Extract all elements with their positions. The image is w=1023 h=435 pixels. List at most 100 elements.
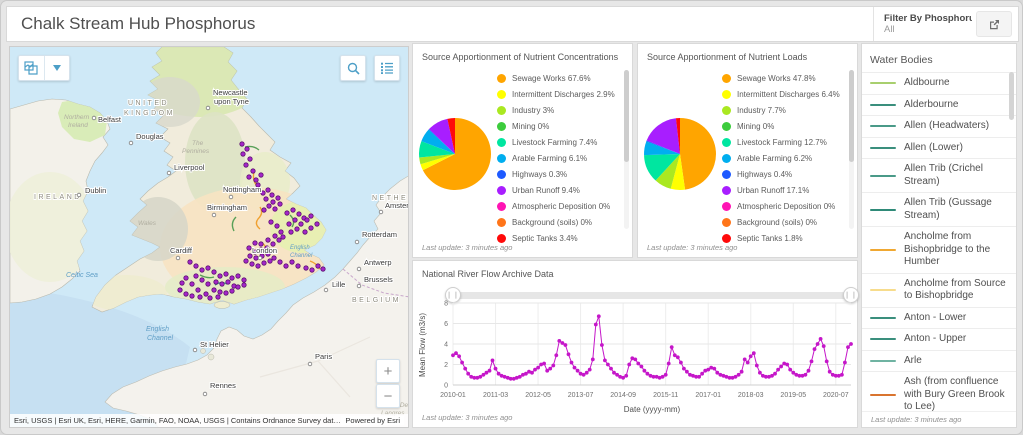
water-body-item[interactable]: Anton - Lower — [862, 307, 1016, 329]
flow-point[interactable] — [548, 367, 552, 371]
map-marker[interactable] — [200, 268, 204, 272]
flow-point[interactable] — [460, 361, 464, 365]
map-marker[interactable] — [204, 292, 208, 296]
map-marker[interactable] — [259, 173, 263, 177]
map-marker[interactable] — [253, 241, 257, 245]
map-marker[interactable] — [290, 260, 294, 264]
water-body-item[interactable]: Arle — [862, 350, 1016, 372]
map-marker[interactable] — [303, 230, 307, 234]
basemap-gallery-button[interactable] — [18, 55, 70, 81]
flow-point[interactable] — [779, 365, 783, 369]
map-marker[interactable] — [184, 276, 188, 280]
map-marker[interactable] — [212, 288, 216, 292]
map-marker[interactable] — [273, 234, 277, 238]
map-marker[interactable] — [208, 296, 212, 300]
flow-point[interactable] — [840, 373, 844, 377]
map-marker[interactable] — [261, 191, 265, 195]
flow-point[interactable] — [758, 371, 762, 375]
legend-scrollbar[interactable] — [624, 70, 629, 229]
flow-point[interactable] — [488, 369, 492, 373]
flow-point[interactable] — [825, 360, 829, 364]
map-zoom-in-button[interactable]: + — [376, 359, 400, 383]
map-marker[interactable] — [266, 238, 270, 242]
powered-by-esri-link[interactable]: Powered by Esri — [341, 416, 404, 425]
map-marker[interactable] — [316, 264, 320, 268]
flow-point[interactable] — [582, 373, 586, 377]
map-marker[interactable] — [242, 278, 246, 282]
water-body-item[interactable]: Aldbourne — [862, 72, 1016, 94]
flow-point[interactable] — [843, 361, 847, 365]
flow-point[interactable] — [612, 371, 616, 375]
flow-point[interactable] — [697, 375, 701, 379]
map-marker[interactable] — [305, 218, 309, 222]
flow-point[interactable] — [816, 342, 820, 346]
map-marker[interactable] — [220, 282, 224, 286]
water-body-item[interactable]: Alderbourne — [862, 94, 1016, 116]
map-marker[interactable] — [315, 222, 319, 226]
map-marker[interactable] — [281, 235, 285, 239]
map-marker[interactable] — [236, 285, 240, 289]
flow-point[interactable] — [682, 367, 686, 371]
map-marker[interactable] — [242, 283, 246, 287]
flow-point[interactable] — [542, 362, 546, 366]
flow-point[interactable] — [810, 360, 814, 364]
time-range-slider[interactable]: ❘❘ ❘❘ — [453, 292, 851, 299]
flow-point[interactable] — [773, 372, 777, 376]
map-marker[interactable] — [271, 200, 275, 204]
flow-point[interactable] — [715, 371, 719, 375]
flow-point[interactable] — [813, 347, 817, 351]
water-body-item[interactable]: Ancholme from Source to Bishopbridge — [862, 273, 1016, 307]
map-marker[interactable] — [264, 197, 268, 201]
flow-point[interactable] — [557, 339, 561, 343]
flow-point[interactable] — [591, 358, 595, 362]
filter-expand-button[interactable] — [976, 11, 1012, 37]
map-marker[interactable] — [194, 274, 198, 278]
flow-point[interactable] — [633, 358, 637, 362]
map-marker[interactable] — [266, 188, 270, 192]
map-legend-button[interactable] — [374, 55, 400, 81]
map-marker[interactable] — [299, 222, 303, 226]
map-marker[interactable] — [224, 272, 228, 276]
map-marker[interactable] — [244, 163, 248, 167]
map-marker[interactable] — [310, 268, 314, 272]
map-marker[interactable] — [276, 196, 280, 200]
flow-point[interactable] — [636, 362, 640, 366]
flow-point[interactable] — [788, 368, 792, 372]
map-marker[interactable] — [236, 274, 240, 278]
map-marker[interactable] — [178, 288, 182, 292]
filter-selector[interactable]: Filter By Phosphorus St All — [884, 13, 972, 35]
water-body-item[interactable]: Allen (Lower) — [862, 137, 1016, 159]
map-marker[interactable] — [285, 211, 289, 215]
map-marker[interactable] — [291, 208, 295, 212]
flow-point[interactable] — [752, 351, 756, 355]
flow-point[interactable] — [606, 363, 610, 367]
map-marker[interactable] — [212, 270, 216, 274]
flow-point[interactable] — [828, 370, 832, 374]
flow-point[interactable] — [746, 361, 750, 365]
map-marker[interactable] — [278, 202, 282, 206]
map-marker[interactable] — [226, 280, 230, 284]
flow-point[interactable] — [676, 355, 680, 359]
flow-point[interactable] — [466, 372, 470, 376]
flow-point[interactable] — [576, 369, 580, 373]
flow-point[interactable] — [776, 368, 780, 372]
map-marker[interactable] — [277, 238, 281, 242]
flow-point[interactable] — [712, 367, 716, 371]
flow-point[interactable] — [585, 371, 589, 375]
map-marker[interactable] — [254, 178, 258, 182]
map-marker[interactable] — [194, 264, 198, 268]
map-marker[interactable] — [190, 282, 194, 286]
flow-point[interactable] — [755, 364, 759, 368]
flow-point[interactable] — [573, 366, 577, 370]
map-marker[interactable] — [206, 282, 210, 286]
map-marker[interactable] — [296, 264, 300, 268]
map-marker[interactable] — [230, 276, 234, 280]
flow-point[interactable] — [454, 351, 458, 355]
flow-point[interactable] — [664, 373, 668, 377]
flow-point[interactable] — [457, 354, 461, 358]
map-marker[interactable] — [251, 169, 255, 173]
flow-point[interactable] — [609, 367, 613, 371]
map-marker[interactable] — [247, 175, 251, 179]
flow-point[interactable] — [679, 361, 683, 365]
map-marker[interactable] — [262, 261, 266, 265]
